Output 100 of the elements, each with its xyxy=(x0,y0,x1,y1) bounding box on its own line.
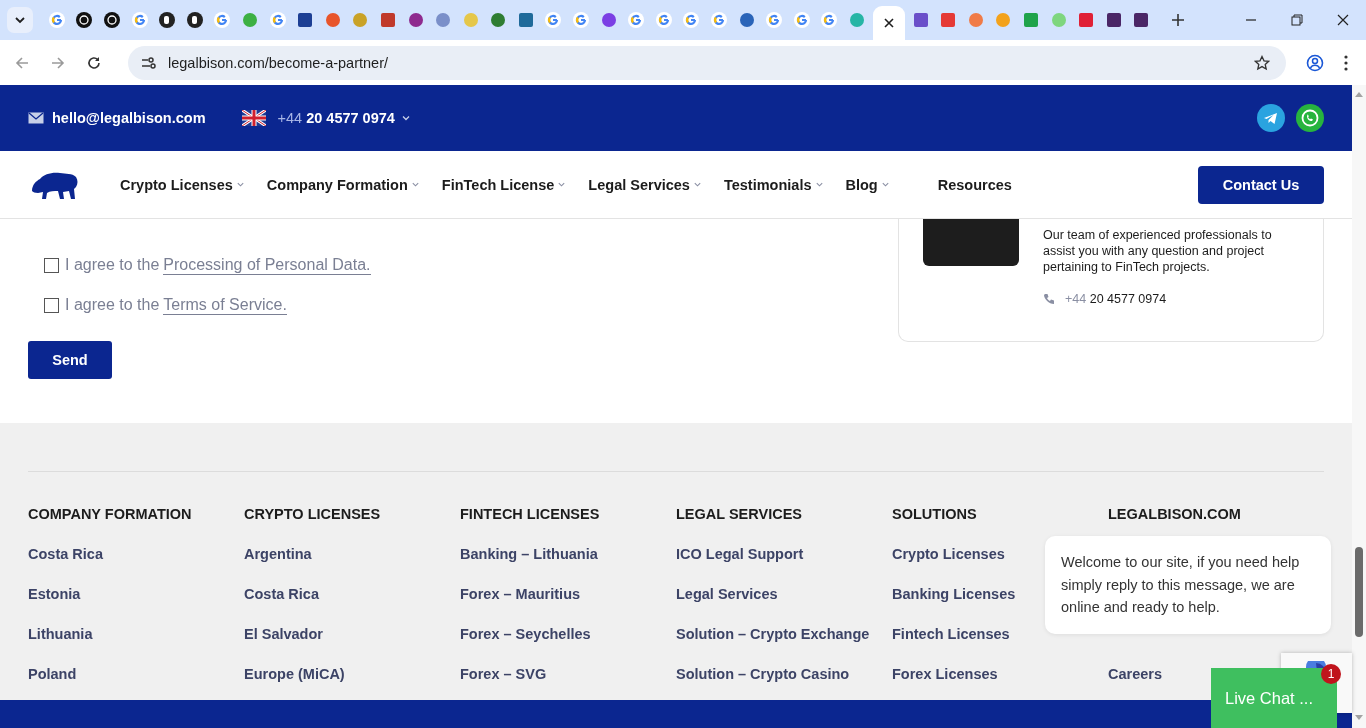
favicon-icon xyxy=(628,12,645,28)
site-settings-icon[interactable] xyxy=(140,54,156,71)
checkbox[interactable] xyxy=(44,297,59,313)
email-link[interactable]: hello@legalbison.com xyxy=(52,110,206,126)
favicon-icon xyxy=(241,12,258,28)
footer-link[interactable]: Crypto Licenses xyxy=(892,545,1005,563)
nav-item[interactable]: Company Formation xyxy=(266,176,420,193)
card-phone[interactable]: +44 20 4577 0974 xyxy=(1065,292,1167,306)
whatsapp-icon[interactable] xyxy=(1296,104,1324,132)
footer-heading: FINTECH LICENSES xyxy=(460,506,601,524)
address-bar[interactable]: legalbison.com/become-a-partner/ xyxy=(128,45,1286,80)
footer-heading: LEGALBISON.COM xyxy=(1108,506,1242,524)
favicon-icon xyxy=(738,12,755,28)
tab-search-button[interactable] xyxy=(7,7,33,33)
card-description: Our team of experienced professionals to assist you with any question and project pertaining to FinTech projects. xyxy=(1043,227,1273,275)
footer-link[interactable]: Solution – Crypto Casino xyxy=(676,665,850,683)
telegram-icon[interactable] xyxy=(1257,104,1285,132)
phone-icon xyxy=(1043,293,1055,305)
close-window-icon[interactable] xyxy=(1337,14,1349,26)
send-button[interactable]: Send xyxy=(28,341,112,379)
favicon-icon xyxy=(1023,12,1039,28)
nav-item[interactable]: Resources xyxy=(937,176,1012,193)
favicon-icon xyxy=(849,12,865,28)
footer-link[interactable]: Poland xyxy=(28,665,77,683)
footer-link[interactable]: El Salvador xyxy=(244,625,323,643)
footer-link[interactable]: Europe (MiCA) xyxy=(244,665,345,683)
footer-heading: LEGAL SERVICES xyxy=(676,506,803,524)
favicon-icon xyxy=(766,12,783,28)
contact-us-button[interactable]: Contact Us xyxy=(1198,165,1324,204)
scroll-up-icon[interactable] xyxy=(1355,91,1363,97)
favicon-icon xyxy=(76,12,93,28)
chevron-down-icon xyxy=(14,14,26,26)
favicon-icon xyxy=(159,12,176,28)
new-tab-icon[interactable] xyxy=(1171,13,1186,27)
favicon-icon xyxy=(573,12,590,28)
favicon-icon xyxy=(324,12,341,28)
favicon-icon xyxy=(655,12,672,28)
favicon-icon xyxy=(600,12,617,28)
footer-heading: CRYPTO LICENSES xyxy=(244,506,382,524)
favicon-icon xyxy=(490,12,507,28)
nav-item[interactable]: Blog xyxy=(845,176,890,193)
footer-link[interactable]: Forex – SVG xyxy=(460,665,547,683)
footer-link[interactable]: Solution – Crypto Exchange xyxy=(676,625,870,643)
favicon-icon xyxy=(435,12,452,28)
footer-link[interactable]: Banking Licenses xyxy=(892,585,1016,603)
footer-heading: COMPANY FORMATION xyxy=(28,506,193,524)
favicon-icon xyxy=(407,12,424,28)
footer-link[interactable]: Fintech Licenses xyxy=(892,625,1010,643)
favicon-icon xyxy=(269,12,286,28)
footer-link[interactable]: Forex – Mauritius xyxy=(460,585,581,603)
profile-icon[interactable] xyxy=(1306,53,1324,72)
favicon-icon xyxy=(131,12,148,28)
nav-item[interactable]: FinTech License xyxy=(441,176,567,193)
phone-number[interactable]: +44 20 4577 0974 xyxy=(277,110,395,126)
footer-link[interactable]: Banking – Lithuania xyxy=(460,545,598,563)
mail-icon xyxy=(28,112,44,124)
favicon-icon xyxy=(711,12,728,28)
footer-link[interactable]: Careers xyxy=(1108,665,1162,683)
back-icon[interactable] xyxy=(14,54,30,71)
menu-icon[interactable] xyxy=(1344,54,1348,71)
reload-icon[interactable] xyxy=(86,54,102,71)
footer-link[interactable]: Forex Licenses xyxy=(892,665,998,683)
footer-link[interactable]: Forex – Seychelles xyxy=(460,625,591,643)
favicon-icon xyxy=(683,12,700,28)
forward-icon[interactable] xyxy=(50,54,66,71)
nav-item[interactable]: Crypto Licenses xyxy=(120,176,245,193)
close-icon[interactable] xyxy=(882,17,895,29)
favicon-icon xyxy=(379,12,396,28)
nav-item[interactable]: Testimonials xyxy=(723,176,824,193)
footer-link[interactable]: Lithuania xyxy=(28,625,93,643)
favicon-icon xyxy=(517,12,534,28)
bookmark-star-icon[interactable] xyxy=(1254,54,1270,71)
chevron-down-icon[interactable] xyxy=(400,113,411,123)
nav-item[interactable]: Legal Services xyxy=(588,176,702,193)
scroll-down-icon[interactable] xyxy=(1355,715,1363,721)
favicon-icon xyxy=(793,12,810,28)
restore-icon[interactable] xyxy=(1291,14,1303,26)
checkbox[interactable] xyxy=(44,257,59,273)
favicon-icon xyxy=(297,12,314,28)
favicon-icon xyxy=(462,12,479,28)
favicon-icon xyxy=(104,12,120,28)
consent-label: I agree to the xyxy=(65,256,160,274)
favicon-icon xyxy=(995,12,1012,28)
favicon-icon xyxy=(1078,12,1095,28)
favicon-icon xyxy=(912,12,929,28)
consent-link[interactable]: Processing of Personal Data. xyxy=(163,255,371,275)
footer-link[interactable]: Costa Rica xyxy=(244,585,319,603)
favicon-icon xyxy=(967,12,984,28)
footer-link[interactable]: Legal Services xyxy=(676,585,778,603)
scrollbar-thumb[interactable] xyxy=(1355,547,1363,637)
consent-link[interactable]: Terms of Service. xyxy=(163,295,287,315)
favicon-icon xyxy=(352,12,369,28)
footer-link[interactable]: Argentina xyxy=(244,545,312,563)
footer-link[interactable]: Estonia xyxy=(28,585,81,603)
uk-flag-icon xyxy=(241,110,266,126)
footer-link[interactable]: Costa Rica xyxy=(28,545,103,563)
favicon-icon xyxy=(821,12,838,28)
favicon-icon xyxy=(186,12,203,28)
favicon-icon xyxy=(1133,12,1150,28)
footer-link[interactable]: ICO Legal Support xyxy=(676,545,804,563)
